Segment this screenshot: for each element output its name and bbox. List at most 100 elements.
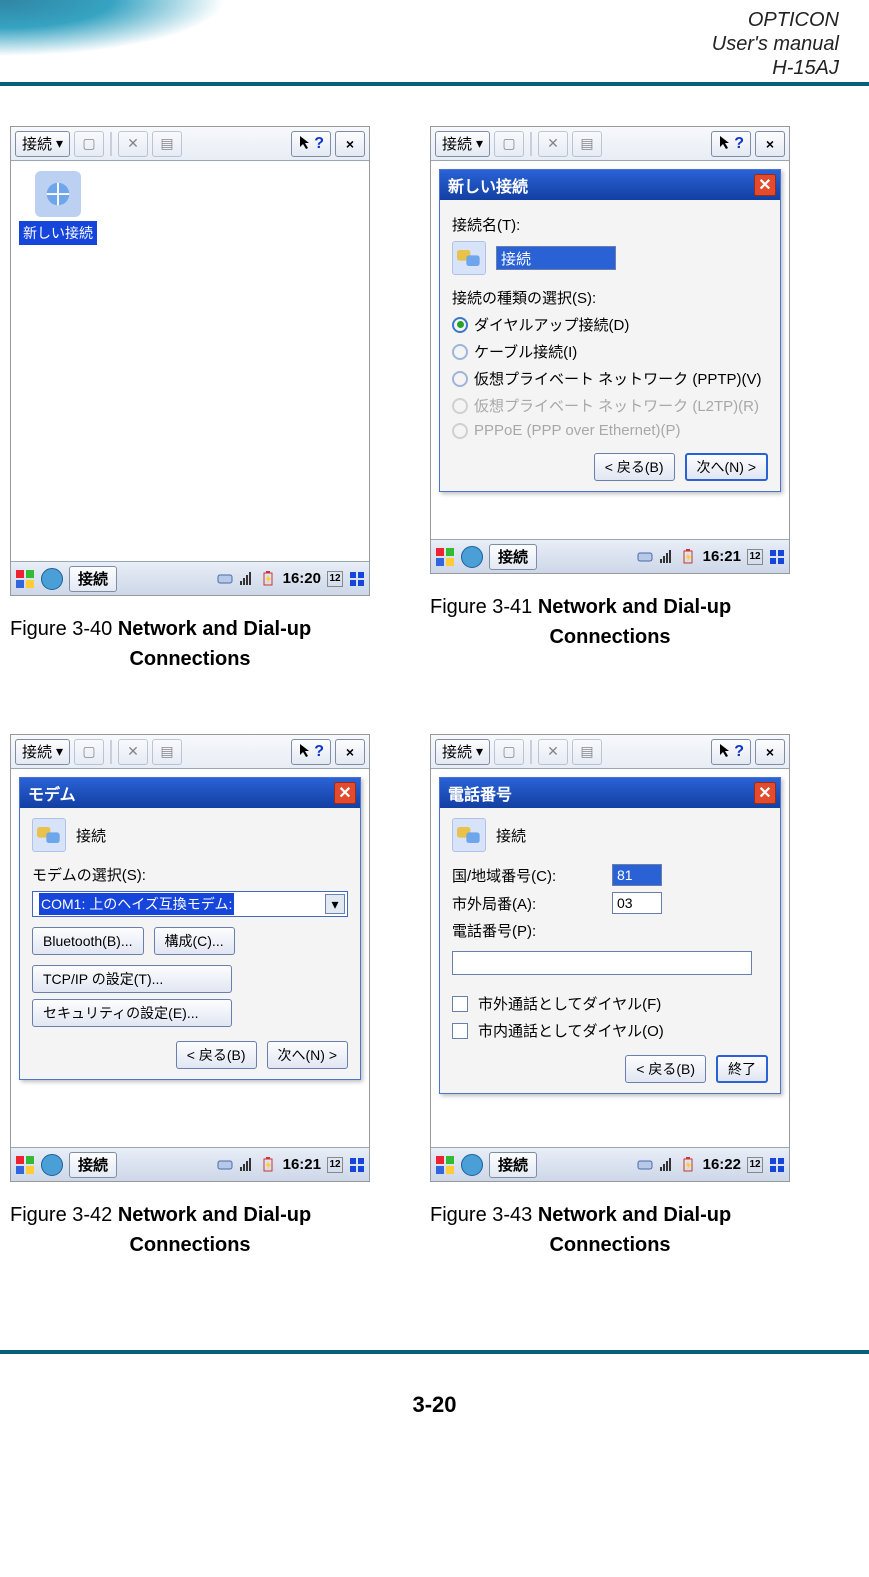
clock[interactable]: 16:21: [283, 1156, 321, 1173]
start-button[interactable]: [435, 1155, 455, 1175]
tray-icon-battery[interactable]: [261, 571, 277, 587]
dialog-close-button[interactable]: ✕: [334, 782, 356, 804]
toolbar-props-button[interactable]: ▤: [572, 739, 602, 765]
modem-combobox[interactable]: COM1: 上のヘイズ互換モデム: ▾: [32, 891, 348, 917]
radio-label: ダイヤルアップ接続(D): [474, 314, 629, 335]
close-button[interactable]: ×: [755, 739, 785, 765]
security-button[interactable]: セキュリティの設定(E)...: [32, 999, 232, 1027]
globe-icon[interactable]: [41, 1154, 63, 1176]
clock[interactable]: 16:21: [703, 548, 741, 565]
new-connection-item[interactable]: 新しい接続: [19, 171, 97, 245]
caption-bold: Network and Dial-up: [118, 1204, 311, 1226]
toolbar-title-button[interactable]: 接続 ▾: [435, 131, 490, 157]
back-button[interactable]: < 戻る(B): [625, 1055, 706, 1083]
tray-icon-1[interactable]: [637, 549, 653, 565]
clock[interactable]: 16:20: [283, 570, 321, 587]
start-button[interactable]: [15, 1155, 35, 1175]
tray-icon-windows[interactable]: [769, 1157, 785, 1173]
config-button[interactable]: 構成(C)...: [154, 927, 235, 955]
toolbar-delete-button[interactable]: ✕: [538, 131, 568, 157]
toolbar-props-button[interactable]: ▤: [152, 739, 182, 765]
finish-button[interactable]: 終了: [716, 1055, 768, 1083]
toolbar-title-button[interactable]: 接続 ▾: [15, 131, 70, 157]
toolbar-props-button[interactable]: ▤: [572, 131, 602, 157]
header-text: OPTICON User's manual H-15AJ: [712, 8, 839, 80]
tray-icon-windows[interactable]: [349, 571, 365, 587]
separator: [530, 132, 532, 156]
toolbar-folder-button[interactable]: ▢: [494, 739, 524, 765]
taskbar-app-button[interactable]: 接続: [69, 566, 117, 592]
task-label: 接続: [78, 568, 108, 589]
tray-icon-signal[interactable]: [659, 549, 675, 565]
toolbar-delete-button[interactable]: ✕: [538, 739, 568, 765]
help-button[interactable]: ?: [291, 739, 331, 765]
windows-flag-icon: [435, 547, 455, 567]
tray-icon-battery[interactable]: [681, 549, 697, 565]
checkbox-local[interactable]: 市内通話としてダイヤル(O): [452, 1020, 768, 1041]
tray-icon-windows[interactable]: [349, 1157, 365, 1173]
tray-icon-windows[interactable]: [769, 549, 785, 565]
dialog-close-button[interactable]: ✕: [754, 782, 776, 804]
cursor-icon: [298, 134, 314, 153]
tray-icon-battery[interactable]: [261, 1157, 277, 1173]
window-toolbar: 接続 ▾ ▢ ✕ ▤ ? ×: [11, 127, 369, 161]
close-button[interactable]: ×: [335, 131, 365, 157]
toolbar-delete-button[interactable]: ✕: [118, 131, 148, 157]
radio-label: 仮想プライベート ネットワーク (PPTP)(V): [474, 368, 762, 389]
date-badge[interactable]: 12: [327, 1157, 343, 1173]
tray-icon-signal[interactable]: [239, 1157, 255, 1173]
radio-pptp[interactable]: 仮想プライベート ネットワーク (PPTP)(V): [452, 368, 768, 389]
dialog-close-button[interactable]: ✕: [754, 174, 776, 196]
toolbar-props-button[interactable]: ▤: [152, 131, 182, 157]
next-button[interactable]: 次へ(N) >: [685, 453, 769, 481]
close-button[interactable]: ×: [755, 131, 785, 157]
tray-icon-1[interactable]: [217, 571, 233, 587]
help-button[interactable]: ?: [711, 739, 751, 765]
tray-icon-1[interactable]: [637, 1157, 653, 1173]
help-button[interactable]: ?: [711, 131, 751, 157]
new-connection-label: 新しい接続: [19, 221, 97, 245]
checkbox-long-distance[interactable]: 市外通話としてダイヤル(F): [452, 993, 768, 1014]
taskbar-app-button[interactable]: 接続: [489, 544, 537, 570]
globe-icon[interactable]: [461, 546, 483, 568]
radio-icon: [452, 398, 468, 414]
tray-icon-signal[interactable]: [659, 1157, 675, 1173]
toolbar-folder-button[interactable]: ▢: [494, 131, 524, 157]
tray-icon-signal[interactable]: [239, 571, 255, 587]
clock[interactable]: 16:22: [703, 1156, 741, 1173]
back-button[interactable]: < 戻る(B): [594, 453, 675, 481]
separator: [110, 132, 112, 156]
date-badge[interactable]: 12: [747, 549, 763, 565]
country-input[interactable]: [612, 864, 662, 886]
area-input[interactable]: [612, 892, 662, 914]
help-button[interactable]: ?: [291, 131, 331, 157]
close-icon: ×: [346, 744, 354, 760]
back-button[interactable]: < 戻る(B): [176, 1041, 257, 1069]
globe-icon[interactable]: [41, 568, 63, 590]
radio-cable[interactable]: ケーブル接続(I): [452, 341, 768, 362]
toolbar-title-button[interactable]: 接続 ▾: [15, 739, 70, 765]
toolbar-folder-button[interactable]: ▢: [74, 131, 104, 157]
phone-label: 電話番号(P):: [452, 920, 768, 941]
bluetooth-button[interactable]: Bluetooth(B)...: [32, 927, 144, 955]
next-button[interactable]: 次へ(N) >: [267, 1041, 349, 1069]
taskbar-app-button[interactable]: 接続: [489, 1152, 537, 1178]
help-icon: ?: [734, 743, 744, 761]
toolbar-delete-button[interactable]: ✕: [118, 739, 148, 765]
phone-input[interactable]: [452, 951, 752, 975]
close-button[interactable]: ×: [335, 739, 365, 765]
tray-icon-1[interactable]: [217, 1157, 233, 1173]
toolbar-folder-button[interactable]: ▢: [74, 739, 104, 765]
tray-icon-battery[interactable]: [681, 1157, 697, 1173]
date-badge[interactable]: 12: [747, 1157, 763, 1173]
start-button[interactable]: [15, 569, 35, 589]
caption-43: Figure 3-43 Network and Dial-up Connecti…: [430, 1200, 790, 1260]
radio-dialup[interactable]: ダイヤルアップ接続(D): [452, 314, 768, 335]
toolbar-title-button[interactable]: 接続 ▾: [435, 739, 490, 765]
start-button[interactable]: [435, 547, 455, 567]
taskbar-app-button[interactable]: 接続: [69, 1152, 117, 1178]
connection-name-input[interactable]: [496, 246, 616, 270]
date-badge[interactable]: 12: [327, 571, 343, 587]
globe-icon[interactable]: [461, 1154, 483, 1176]
tcpip-button[interactable]: TCP/IP の設定(T)...: [32, 965, 232, 993]
